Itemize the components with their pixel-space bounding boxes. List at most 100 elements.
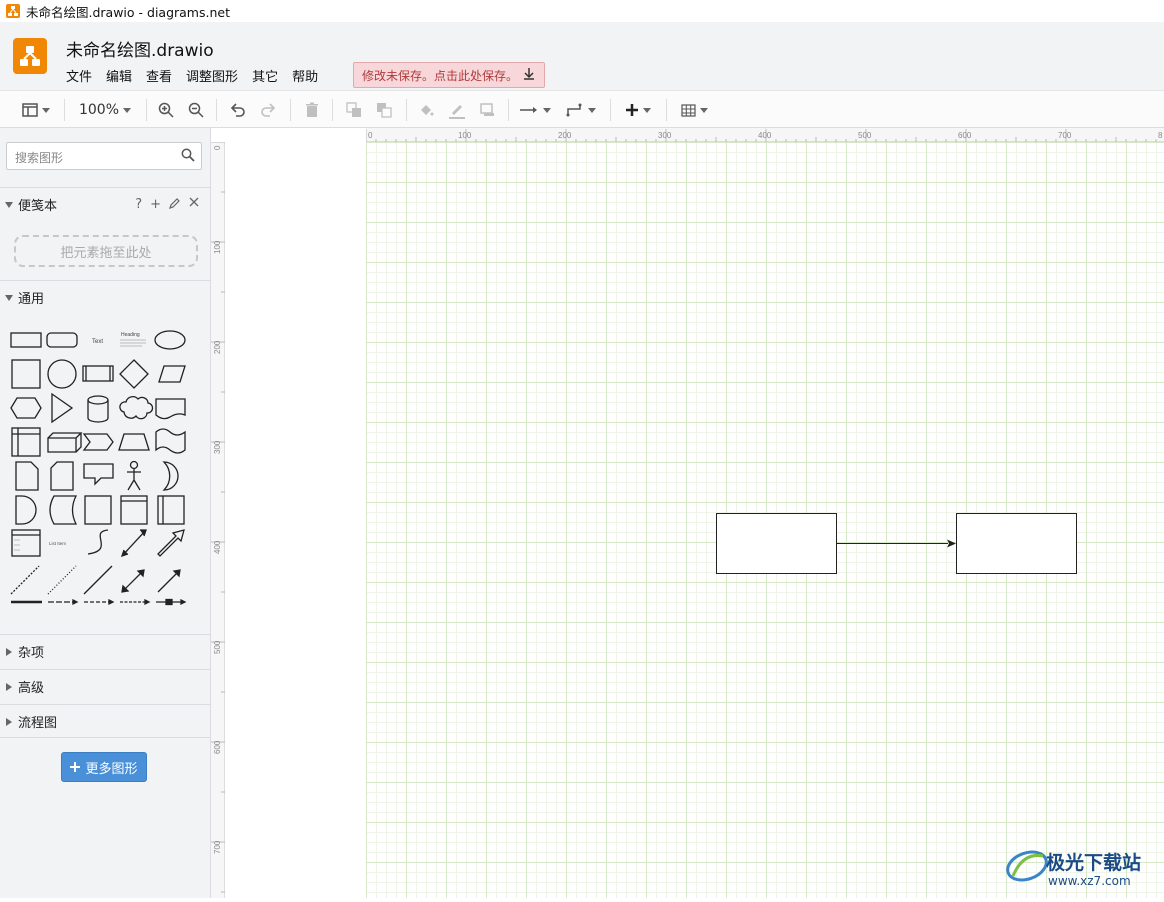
shape-actor: [127, 460, 141, 491]
ruler-h-label: 600: [958, 131, 972, 140]
zoom-in-icon: [158, 102, 174, 118]
ruler-h-label: 400: [758, 131, 772, 140]
shape-or: [162, 461, 179, 491]
general-section-title: 通用: [18, 292, 45, 307]
menu-view[interactable]: 查看: [146, 66, 172, 85]
format-panel-toggle[interactable]: [18, 99, 54, 121]
watermark-logo-icon: [1006, 850, 1048, 882]
section-misc-header[interactable]: 杂项: [0, 634, 211, 668]
scratchpad-dropzone[interactable]: 把元素拖至此处: [14, 235, 198, 267]
shape-bidirectional-arrow: [120, 529, 147, 558]
ruler-v-label: 700: [213, 840, 222, 854]
download-icon: [522, 67, 536, 84]
search-shapes-input[interactable]: 搜索图形: [6, 142, 202, 170]
paint-bucket-icon: [421, 105, 434, 116]
shape-card: [50, 461, 74, 491]
shape-trapezoid: [118, 433, 150, 451]
ruler-h-label: 500: [858, 131, 872, 140]
shape-rounded-rectangle: [46, 332, 78, 348]
shape-circle: [47, 359, 77, 389]
shadow-button[interactable]: [478, 99, 498, 121]
scratchpad-header[interactable]: 便笺本 ? +: [0, 187, 211, 221]
redo-button[interactable]: [258, 99, 278, 121]
search-icon[interactable]: [181, 148, 195, 165]
zoom-out-button[interactable]: [186, 99, 206, 121]
trash-icon: [306, 102, 318, 117]
waypoint-icon: [566, 103, 582, 117]
collapse-triangle-icon: [5, 202, 13, 208]
more-shapes-button[interactable]: 更多图形: [61, 752, 147, 782]
table-button[interactable]: [676, 99, 712, 121]
general-section-header[interactable]: 通用: [0, 280, 211, 314]
ruler-h-label: 8: [1158, 131, 1163, 140]
zoom-select[interactable]: 100%: [76, 99, 134, 121]
vertical-ruler: 0 100 200 300 400 500 600 700: [211, 141, 225, 898]
diagram-rectangle-1[interactable]: [716, 513, 837, 574]
table-icon: [680, 103, 696, 117]
shape-container: [84, 495, 112, 525]
shape-list: [11, 529, 41, 557]
drop-hint: 把元素拖至此处: [60, 245, 152, 261]
scratchpad-help-icon[interactable]: ?: [135, 197, 142, 212]
shape-step: [82, 433, 114, 451]
shape-text: Text: [92, 339, 103, 345]
section-misc-title: 杂项: [18, 646, 45, 661]
waypoints-select[interactable]: [564, 99, 598, 121]
section-advanced-title: 高级: [18, 681, 45, 696]
watermark-url: www.xz7.com: [1048, 874, 1131, 888]
shape-rectangle: [10, 332, 42, 348]
arrow-right-icon: [520, 107, 537, 113]
delete-button[interactable]: [302, 99, 322, 121]
section-advanced-header[interactable]: 高级: [0, 669, 211, 703]
unsaved-notice-label: 修改未保存。点击此处保存。: [362, 68, 519, 83]
to-back-button[interactable]: [374, 99, 394, 121]
ruler-h-label: 100: [458, 131, 472, 140]
diagram-rectangle-2[interactable]: [956, 513, 1077, 574]
shape-dotted-line: [47, 565, 77, 595]
menu-extras[interactable]: 其它: [252, 66, 278, 85]
expand-triangle-icon: [6, 718, 12, 726]
fill-color-button[interactable]: [416, 99, 436, 121]
menu-edit[interactable]: 编辑: [106, 66, 132, 85]
section-flowchart-header[interactable]: 流程图: [0, 704, 211, 738]
shape-directional-connector: [157, 569, 181, 593]
plus-icon: [70, 762, 81, 772]
document-title[interactable]: 未命名绘图.drawio: [66, 36, 214, 61]
watermark-brand: 极光下载站: [1046, 852, 1142, 874]
bring-to-front-icon: [346, 102, 361, 117]
shape-process: [82, 365, 114, 382]
redo-icon: [261, 103, 276, 117]
shape-arrow-link: [48, 598, 79, 606]
ruler-h-label: 200: [558, 131, 572, 140]
menu-file[interactable]: 文件: [66, 66, 92, 85]
close-icon[interactable]: [189, 197, 199, 207]
horizontal-ruler: 0 100 200 300 400 500 600 700 8: [365, 128, 1164, 143]
collapse-triangle-icon: [5, 295, 13, 301]
undo-button[interactable]: [228, 99, 248, 121]
diagram-connector-arrow[interactable]: [836, 536, 958, 552]
zoom-in-button[interactable]: [156, 99, 176, 121]
app-header: 未命名绘图.drawio 文件 编辑 查看 调整图形 其它 帮助 修改未保存。点…: [0, 22, 1164, 90]
edit-pencil-icon[interactable]: [169, 197, 181, 209]
to-front-button[interactable]: [344, 99, 364, 121]
connection-style-select[interactable]: [518, 99, 552, 121]
ruler-v-label: 0: [213, 145, 222, 150]
shape-list-item: List Item: [49, 541, 66, 546]
shape-tape: [155, 428, 186, 454]
menu-help[interactable]: 帮助: [292, 66, 318, 85]
undo-icon: [230, 103, 245, 117]
insert-button[interactable]: [620, 99, 656, 121]
unsaved-changes-button[interactable]: 修改未保存。点击此处保存。: [353, 62, 545, 88]
shape-labeled-connector: [156, 598, 187, 606]
window-title: 未命名绘图.drawio - diagrams.net: [26, 4, 230, 20]
scratchpad-add-icon[interactable]: +: [150, 197, 161, 212]
ruler-v-label: 100: [213, 240, 222, 254]
shape-square: [11, 359, 41, 389]
search-placeholder: 搜索图形: [15, 151, 64, 165]
menu-arrange[interactable]: 调整图形: [186, 66, 238, 85]
shape-dotted-arrow: [120, 598, 151, 606]
line-color-button[interactable]: [446, 99, 468, 121]
shape-cylinder: [87, 395, 109, 423]
zoom-level: 100%: [78, 102, 120, 118]
general-shape-palette[interactable]: Text Heading List Item: [6, 320, 206, 620]
